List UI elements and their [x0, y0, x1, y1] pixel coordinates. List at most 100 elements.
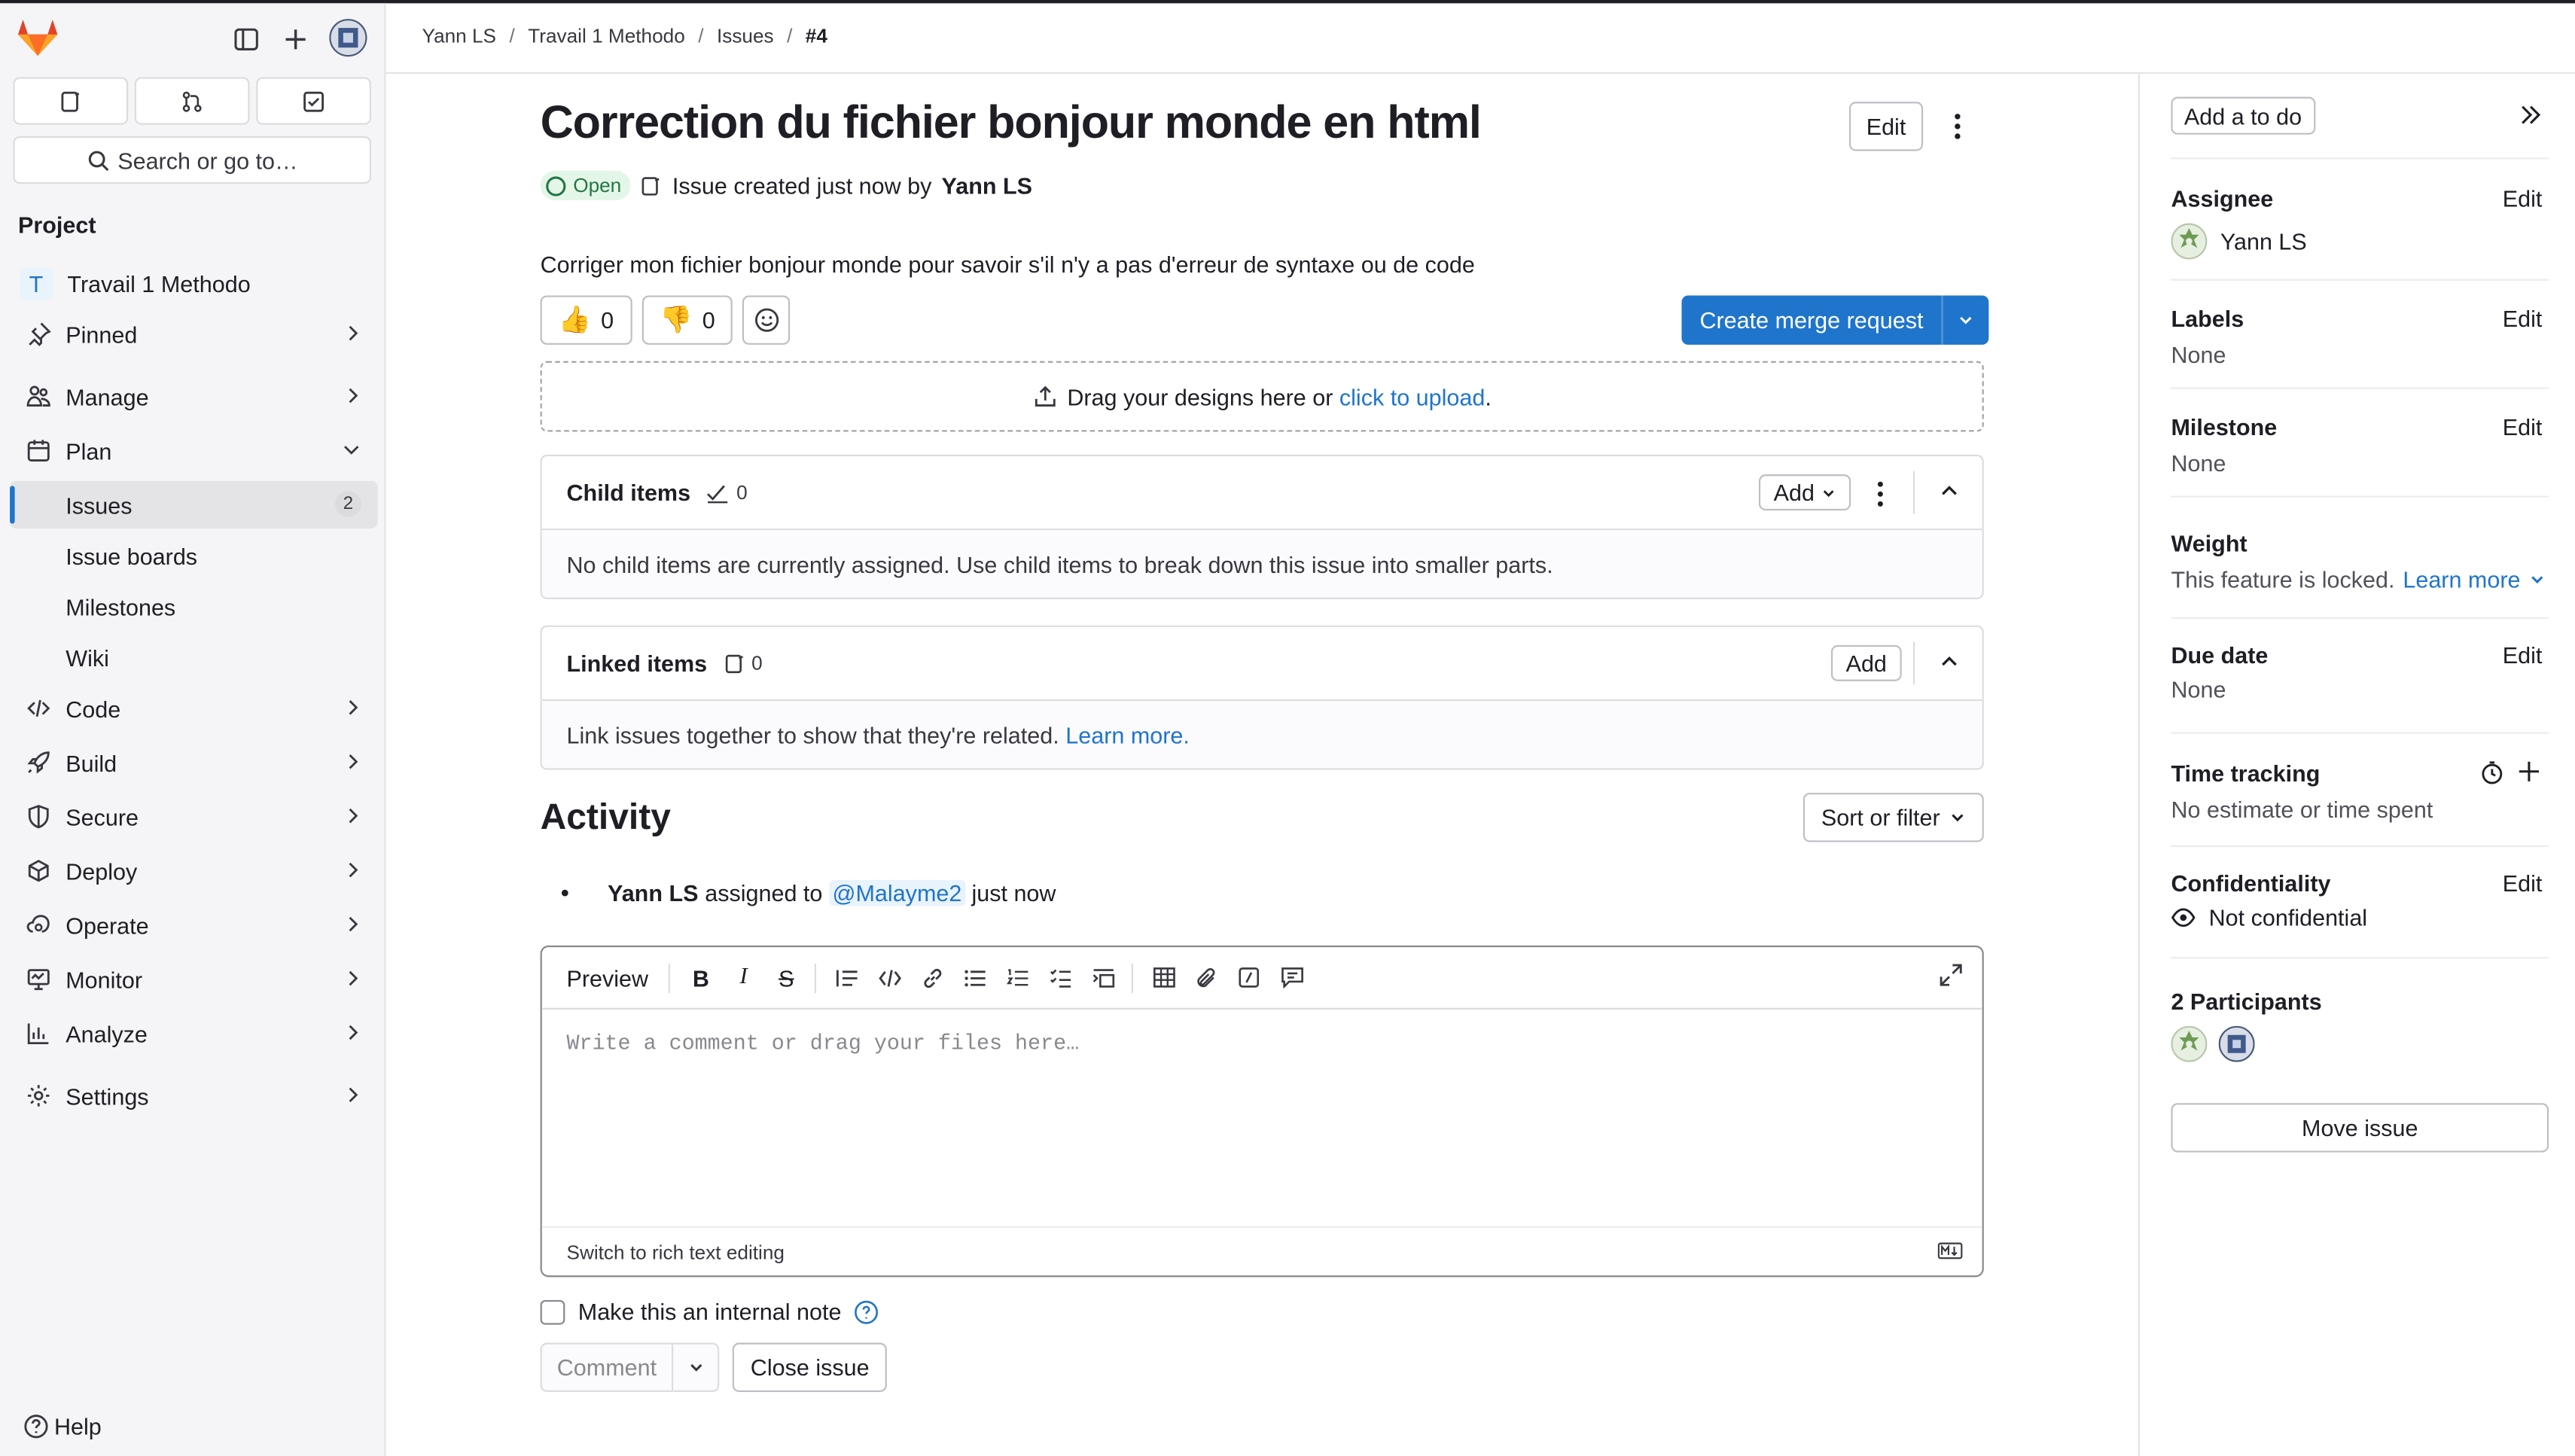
sidebar-item-analyze[interactable]: Analyze	[10, 1010, 378, 1057]
chevron-right-icon	[349, 1025, 358, 1040]
participants-block: 2 Participants	[2171, 957, 2549, 1088]
strikethrough-icon[interactable]: S	[765, 961, 808, 995]
code-icon[interactable]	[868, 961, 911, 995]
rich-text-switch[interactable]: Switch to rich text editing	[566, 1240, 785, 1263]
toggle-sidebar-icon[interactable]	[228, 21, 264, 57]
help-link[interactable]: Help	[23, 1413, 102, 1439]
comment-template-icon[interactable]	[1271, 961, 1314, 995]
upload-link[interactable]: click to upload	[1339, 383, 1486, 410]
add-todo-button[interactable]: Add a to do	[2171, 96, 2315, 135]
author-link[interactable]: Yann LS	[942, 172, 1032, 199]
close-issue-button[interactable]: Close issue	[732, 1342, 888, 1392]
collapse-sidebar-icon[interactable]	[2519, 103, 2543, 126]
more-actions-icon[interactable]	[1946, 110, 1970, 143]
merge-requests-tab[interactable]	[134, 77, 250, 125]
assigned-issues-tab[interactable]	[13, 77, 129, 125]
create-merge-request-button[interactable]: Create merge request	[1681, 295, 1943, 345]
child-items-more-icon[interactable]	[1869, 480, 1892, 509]
sidebar-item-settings[interactable]: Settings	[10, 1072, 378, 1119]
add-reaction-button[interactable]	[742, 295, 791, 345]
sidebar-item-secure[interactable]: Secure	[10, 793, 378, 840]
sidebar-item-deploy[interactable]: Deploy	[10, 847, 378, 894]
table-icon[interactable]	[1143, 961, 1186, 995]
quick-actions-icon[interactable]	[1228, 961, 1271, 995]
italic-icon[interactable]: I	[722, 961, 765, 995]
breadcrumb-issues[interactable]: Issues	[717, 25, 774, 48]
bullet-list-icon[interactable]	[954, 961, 997, 995]
sidebar-item-plan[interactable]: Plan	[10, 427, 378, 474]
issue-description: Corriger mon fichier bonjour monde pour …	[540, 251, 1475, 278]
help-icon	[24, 1415, 48, 1439]
activity-actor[interactable]: Yann LS	[608, 880, 698, 906]
sidebar-item-label: Build	[66, 749, 117, 776]
learn-more-link[interactable]: Learn more.	[1065, 721, 1190, 748]
internal-note-checkbox[interactable]	[540, 1299, 565, 1324]
sidebar-item-issue-boards[interactable]: Issue boards	[10, 532, 378, 579]
fullscreen-icon[interactable]	[1940, 964, 1963, 987]
edit-due-date-button[interactable]: Edit	[2503, 642, 2543, 669]
bold-icon[interactable]: B	[680, 961, 723, 995]
participant-avatar[interactable]	[2171, 1025, 2208, 1062]
edit-milestone-button[interactable]: Edit	[2503, 413, 2543, 440]
sidebar-item-build[interactable]: Build	[10, 739, 378, 786]
todos-tab[interactable]	[256, 77, 371, 125]
breadcrumb-current[interactable]: #4	[806, 25, 827, 48]
add-child-item-button[interactable]: Add	[1758, 474, 1851, 511]
edit-confidentiality-button[interactable]: Edit	[2503, 870, 2543, 897]
milestone-value: None	[2171, 449, 2226, 477]
chevron-down-icon[interactable]	[2528, 571, 2545, 588]
sidebar-item-wiki[interactable]: Wiki	[10, 634, 378, 681]
chevron-up-icon[interactable]	[1940, 481, 1959, 501]
assignee-value[interactable]: Yann LS	[2171, 223, 2307, 260]
sidebar-item-operate[interactable]: Operate	[10, 901, 378, 949]
design-dropzone[interactable]: Drag your designs here or click to uploa…	[540, 361, 1984, 432]
comment-options-dropdown[interactable]	[673, 1342, 720, 1392]
attachment-icon[interactable]	[1185, 961, 1228, 995]
task-list-icon[interactable]	[1039, 961, 1082, 995]
top-bar: Yann LS / Travail 1 Methodo / Issues / #…	[385, 3, 2575, 75]
confidentiality-value: Not confidential	[2171, 904, 2367, 931]
participant-avatar[interactable]	[2218, 1025, 2255, 1062]
thumbs-up-button[interactable]: 👍 0	[540, 295, 632, 345]
confidentiality-label: Confidentiality	[2171, 870, 2331, 897]
add-linked-item-button[interactable]: Add	[1830, 644, 1902, 681]
sidebar-item-pinned[interactable]: Pinned	[10, 310, 378, 358]
sidebar-item-code[interactable]: Code	[10, 684, 378, 732]
link-icon[interactable]	[911, 961, 954, 995]
sidebar-item-monitor[interactable]: Monitor	[10, 955, 378, 1003]
numbered-list-icon[interactable]	[996, 961, 1039, 995]
quote-icon[interactable]	[826, 961, 869, 995]
stopwatch-icon[interactable]	[2479, 760, 2504, 785]
sidebar-item-label: Operate	[66, 912, 149, 939]
editor-footer: Switch to rich text editing	[541, 1226, 1982, 1275]
create-new-icon[interactable]	[278, 21, 314, 57]
edit-issue-button[interactable]: Edit	[1848, 102, 1924, 151]
search-button[interactable]: Search or go to…	[13, 136, 371, 184]
task-done-icon	[708, 484, 729, 503]
weight-learn-more-link[interactable]: Learn more	[2403, 566, 2520, 592]
collapsible-section-icon[interactable]	[1082, 961, 1125, 995]
sort-filter-dropdown[interactable]: Sort or filter	[1802, 793, 1985, 842]
add-time-icon[interactable]	[2518, 760, 2541, 784]
user-mention[interactable]: @Malayme2	[829, 879, 965, 906]
user-avatar[interactable]	[328, 18, 367, 57]
move-issue-button[interactable]: Move issue	[2171, 1103, 2549, 1153]
thumbs-down-button[interactable]: 👎 0	[641, 295, 733, 345]
edit-assignee-button[interactable]: Edit	[2503, 185, 2543, 212]
sidebar-section-title: Project	[17, 212, 96, 239]
breadcrumb-user[interactable]: Yann LS	[422, 25, 496, 48]
comment-button[interactable]: Comment	[540, 1342, 674, 1392]
sidebar-item-milestones[interactable]: Milestones	[10, 583, 378, 630]
edit-labels-button[interactable]: Edit	[2503, 306, 2543, 332]
help-icon[interactable]	[855, 1299, 879, 1324]
sidebar-item-issues[interactable]: Issues 2	[10, 480, 378, 529]
preview-tab[interactable]: Preview	[566, 964, 648, 991]
thumbs-up-count: 0	[601, 306, 614, 334]
sidebar-item-manage[interactable]: Manage	[10, 373, 378, 420]
merge-request-options-dropdown[interactable]	[1943, 295, 1989, 345]
gitlab-logo-icon[interactable]	[17, 18, 59, 57]
breadcrumb-project[interactable]: Travail 1 Methodo	[528, 25, 685, 48]
chevron-up-icon[interactable]	[1940, 652, 1959, 672]
comment-textarea[interactable]: Write a comment or drag your files here…	[542, 1010, 1982, 1226]
sidebar-item-project[interactable]: T Travail 1 Methodo	[10, 260, 378, 307]
